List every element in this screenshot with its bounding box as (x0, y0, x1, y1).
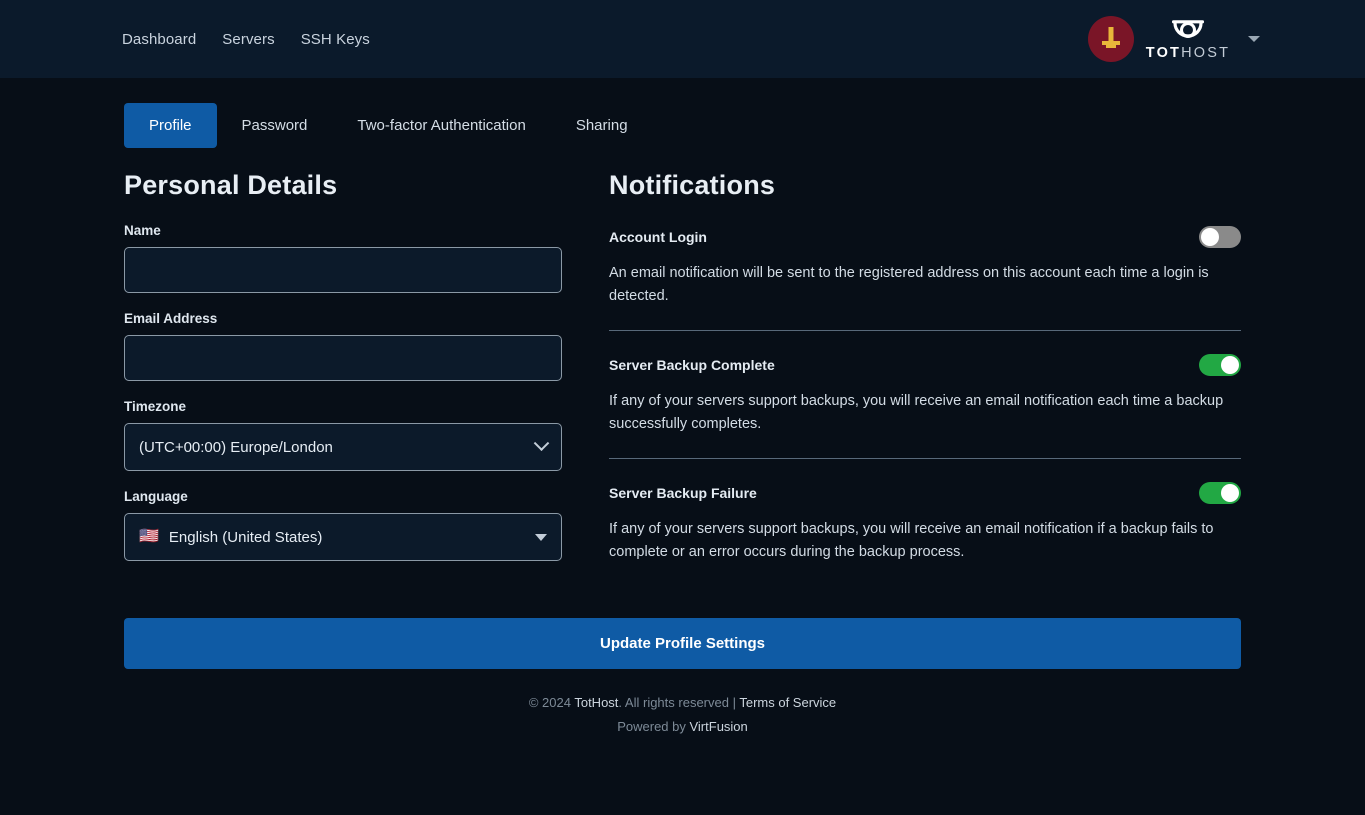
tab-profile[interactable]: Profile (124, 103, 217, 148)
account-avatar[interactable] (1088, 16, 1134, 62)
email-label: Email Address (124, 311, 562, 326)
settings-content: Personal Details Name Email Address Time… (0, 170, 1365, 585)
name-label: Name (124, 223, 562, 238)
brand-logo[interactable]: TOTHOST (1150, 17, 1226, 61)
footer-copyright-line: © 2024 TotHost. All rights reserved | Te… (0, 691, 1365, 714)
update-profile-settings-button[interactable]: Update Profile Settings (124, 618, 1241, 669)
toggle-account-login[interactable] (1199, 226, 1241, 248)
field-email: Email Address (124, 311, 562, 381)
footer-powered-prefix: Powered by (617, 719, 689, 734)
notification-title: Server Backup Complete (609, 357, 775, 373)
toggle-knob (1221, 484, 1239, 502)
nav-link-ssh-keys[interactable]: SSH Keys (301, 31, 370, 48)
chevron-down-icon (534, 435, 550, 451)
page-footer: © 2024 TotHost. All rights reserved | Te… (0, 691, 1365, 738)
toggle-server-backup-failure[interactable] (1199, 482, 1241, 504)
footer-virtfusion-link[interactable]: VirtFusion (689, 719, 747, 734)
timezone-label: Timezone (124, 399, 562, 414)
notifications-title: Notifications (609, 170, 1241, 201)
brand-wordmark: TOTHOST (1146, 46, 1230, 61)
notification-server-backup-complete: Server Backup Complete If any of your se… (609, 351, 1241, 458)
notifications-panel: Notifications Account Login An email not… (609, 170, 1241, 585)
top-header: Dashboard Servers SSH Keys TOTHOST (0, 0, 1365, 78)
toggle-server-backup-complete[interactable] (1199, 354, 1241, 376)
settings-tabs: Profile Password Two-factor Authenticati… (124, 103, 1365, 148)
notification-account-login: Account Login An email notification will… (609, 223, 1241, 330)
nav-link-dashboard[interactable]: Dashboard (122, 31, 196, 48)
brand-wordmark-light: HOST (1181, 45, 1230, 61)
email-input[interactable] (124, 335, 562, 381)
us-flag-icon: 🇺🇸 (139, 529, 159, 545)
language-selected-text: English (United States) (169, 529, 322, 546)
field-timezone: Timezone (UTC+00:00) Europe/London (124, 399, 562, 471)
footer-copyright-prefix: © 2024 (529, 695, 575, 710)
tab-two-factor-authentication[interactable]: Two-factor Authentication (332, 103, 550, 148)
tab-password[interactable]: Password (217, 103, 333, 148)
nav-link-servers[interactable]: Servers (222, 31, 274, 48)
footer-rights-text: . All rights reserved | (618, 695, 739, 710)
footer-terms-of-service-link[interactable]: Terms of Service (739, 695, 836, 710)
tothost-ring-icon (1166, 17, 1210, 45)
timezone-selected-value: (UTC+00:00) Europe/London (139, 439, 536, 456)
name-input[interactable] (124, 247, 562, 293)
header-right-cluster: TOTHOST (1088, 0, 1260, 78)
notification-title: Server Backup Failure (609, 485, 757, 501)
toggle-knob (1221, 356, 1239, 374)
timezone-select[interactable]: (UTC+00:00) Europe/London (124, 423, 562, 471)
notification-description: If any of your servers support backups, … (609, 518, 1241, 564)
notification-server-backup-failure: Server Backup Failure If any of your ser… (609, 479, 1241, 586)
primary-nav: Dashboard Servers SSH Keys (122, 31, 370, 48)
notification-header: Account Login (609, 223, 1241, 251)
notification-header: Server Backup Failure (609, 479, 1241, 507)
tab-sharing[interactable]: Sharing (551, 103, 653, 148)
notification-divider (609, 458, 1241, 459)
chevron-down-solid-icon (535, 534, 547, 541)
language-label: Language (124, 489, 562, 504)
personal-details-title: Personal Details (124, 170, 562, 201)
footer-powered-line: Powered by VirtFusion (0, 715, 1365, 738)
toggle-knob (1201, 228, 1219, 246)
language-selected-value: 🇺🇸 English (United States) (139, 529, 535, 546)
language-select[interactable]: 🇺🇸 English (United States) (124, 513, 562, 561)
notification-title: Account Login (609, 229, 707, 245)
tothost-anchor-icon (1096, 24, 1126, 54)
notification-description: If any of your servers support backups, … (609, 390, 1241, 436)
field-language: Language 🇺🇸 English (United States) (124, 489, 562, 561)
notification-divider (609, 330, 1241, 331)
notification-description: An email notification will be sent to th… (609, 262, 1241, 308)
personal-details-panel: Personal Details Name Email Address Time… (124, 170, 562, 585)
brand-wordmark-bold: TOT (1146, 45, 1181, 61)
field-name: Name (124, 223, 562, 293)
account-menu-caret-down-icon[interactable] (1248, 36, 1260, 42)
notification-header: Server Backup Complete (609, 351, 1241, 379)
footer-company-name: TotHost (574, 695, 618, 710)
